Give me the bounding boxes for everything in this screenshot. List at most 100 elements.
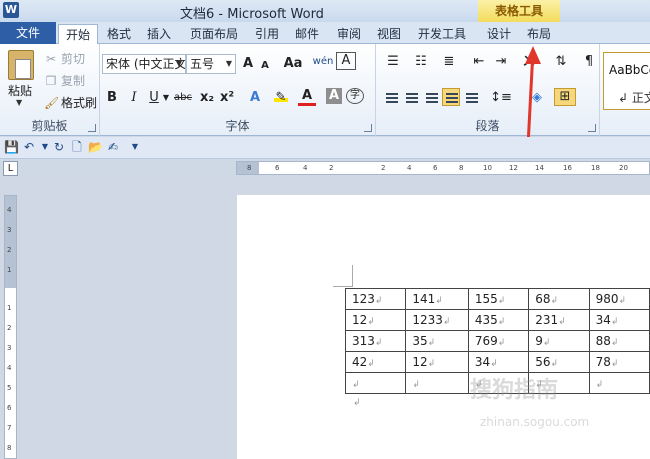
table-cell[interactable]: 231↲ <box>528 309 590 331</box>
table-cell[interactable]: ↲ <box>344 372 407 394</box>
tab-developer[interactable]: 开发工具 <box>414 24 470 44</box>
font-name-combo[interactable]: 宋体 (中文正文) ▼ <box>102 54 186 74</box>
highlight-button[interactable]: ✎ <box>272 88 290 108</box>
character-border-button[interactable]: A <box>336 52 356 70</box>
save-icon[interactable]: 💾 <box>4 140 19 154</box>
paste-dropdown-icon[interactable]: ▼ <box>16 98 22 107</box>
sort-icon[interactable]: ⇅ <box>552 52 570 72</box>
paragraph-launcher-icon[interactable] <box>588 124 596 132</box>
table-cell[interactable]: 35↲ <box>405 330 469 352</box>
table-cell[interactable]: 123↲ <box>344 288 407 310</box>
table-cell[interactable]: 9↲ <box>528 330 590 352</box>
chevron-down-icon[interactable]: ▼ <box>173 55 185 73</box>
distribute-button[interactable] <box>462 88 480 106</box>
tab-mailings[interactable]: 邮件 <box>290 24 324 44</box>
table-cell[interactable]: 56↲ <box>528 351 590 373</box>
underline-button[interactable]: U <box>146 88 162 108</box>
redo-icon[interactable]: ↻ <box>52 140 66 154</box>
character-shading-button[interactable]: A <box>326 88 342 104</box>
text-effects-button[interactable]: A <box>246 88 264 108</box>
align-left-button[interactable] <box>382 88 400 106</box>
shrink-font-button[interactable]: A <box>258 56 272 76</box>
customize-qat-icon[interactable]: ▼ <box>128 140 142 154</box>
word-app-icon[interactable]: W <box>3 2 19 18</box>
multilevel-list-icon[interactable]: ≣ <box>438 52 460 72</box>
paste-icon[interactable] <box>8 50 34 80</box>
paste-button[interactable]: 粘贴 <box>8 82 32 99</box>
table-cell[interactable]: ↲ <box>405 372 469 394</box>
tab-file[interactable]: 文件 <box>0 22 56 44</box>
tab-references[interactable]: 引用 <box>250 24 284 44</box>
line-spacing-icon[interactable]: ↕≡ <box>490 88 512 108</box>
table-cell[interactable]: 88↲ <box>588 330 650 352</box>
edit-icon[interactable]: ✍ <box>106 140 120 154</box>
style-normal[interactable]: AaBbCcDd ↲ 正文 <box>603 52 650 110</box>
table-cell[interactable]: 155↲ <box>467 288 530 310</box>
font-size-value: 五号 <box>190 57 215 71</box>
font-launcher-icon[interactable] <box>364 124 372 132</box>
vertical-ruler[interactable]: 4 3 2 1 1 2 3 4 5 6 7 8 <box>4 195 17 459</box>
horizontal-ruler[interactable]: 8 6 4 2 2 4 6 8 10 12 14 16 18 20 <box>236 161 650 175</box>
copy-button[interactable]: ❐ 复制 <box>44 72 85 90</box>
font-color-button[interactable]: A <box>298 88 316 106</box>
justify-button[interactable] <box>442 88 460 106</box>
cell-value: 68 <box>535 292 551 306</box>
italic-button[interactable]: I <box>126 88 142 108</box>
font-size-combo[interactable]: 五号 ▼ <box>186 54 236 74</box>
chevron-down-icon[interactable]: ▼ <box>223 55 235 73</box>
table-cell[interactable]: 980↲ <box>588 288 650 310</box>
table-cell[interactable]: 769↲ <box>467 330 530 352</box>
borders-icon[interactable]: ⊞ <box>554 88 576 106</box>
clipboard-launcher-icon[interactable] <box>88 124 96 132</box>
change-case-button[interactable]: Aa <box>282 54 304 74</box>
paragraph-mark: ↲ <box>427 359 436 369</box>
ruler-tick: 2 <box>7 246 12 254</box>
tab-home[interactable]: 开始 <box>58 24 98 45</box>
table-cell[interactable]: 1233↲ <box>405 309 469 331</box>
numbering-icon[interactable]: ☷ <box>410 52 432 72</box>
paragraph-mark: ↲ <box>595 380 604 390</box>
paragraph-mark: ↲ <box>374 338 383 348</box>
grow-font-button[interactable]: A <box>240 54 256 74</box>
undo-icon[interactable]: ↶ <box>22 140 36 154</box>
tab-page-layout[interactable]: 页面布局 <box>184 24 244 44</box>
underline-dropdown-icon[interactable]: ▼ <box>162 88 170 108</box>
tab-insert[interactable]: 插入 <box>142 24 176 44</box>
table-cell[interactable]: 435↲ <box>467 309 530 331</box>
enclose-characters-button[interactable]: 字 <box>346 88 364 104</box>
table-cell[interactable]: 68↲ <box>528 288 590 310</box>
table-cell[interactable]: ↲ <box>588 372 650 394</box>
table-cell[interactable]: 313↲ <box>344 330 407 352</box>
cut-button[interactable]: ✂ 剪切 <box>44 50 85 68</box>
tab-layout[interactable]: 布局 <box>522 24 556 44</box>
table-cell[interactable]: 42↲ <box>344 351 407 373</box>
tab-design[interactable]: 设计 <box>482 24 516 44</box>
open-folder-icon[interactable]: 📂 <box>88 140 103 154</box>
paragraph-mark: ↲ <box>610 317 619 327</box>
tab-selector[interactable]: L <box>3 161 18 176</box>
strikethrough-button[interactable]: abc <box>172 88 194 108</box>
tab-review[interactable]: 审阅 <box>332 24 366 44</box>
align-right-button[interactable] <box>422 88 440 106</box>
new-document-icon[interactable]: 🗋 <box>70 140 84 154</box>
tab-format[interactable]: 格式 <box>102 24 136 44</box>
decrease-indent-icon[interactable]: ⇤ <box>470 52 488 72</box>
superscript-button[interactable]: x² <box>218 88 236 108</box>
bullets-icon[interactable]: ☰ <box>382 52 404 72</box>
tab-view[interactable]: 视图 <box>372 24 406 44</box>
format-painter-button[interactable]: 🖌 格式刷 <box>44 94 97 112</box>
table-cell[interactable]: 78↲ <box>588 351 650 373</box>
show-marks-icon[interactable]: ¶ <box>580 52 598 72</box>
phonetic-guide-button[interactable]: wén <box>312 52 334 72</box>
increase-indent-icon[interactable]: ⇥ <box>492 52 510 72</box>
subscript-button[interactable]: x₂ <box>198 88 216 108</box>
align-center-button[interactable] <box>402 88 420 106</box>
table-cell[interactable]: 12↲ <box>344 309 407 331</box>
table-cell[interactable]: 34↲ <box>588 309 650 331</box>
table-cell[interactable]: 141↲ <box>405 288 469 310</box>
table-cell[interactable]: 34↲ <box>467 351 530 373</box>
bold-button[interactable]: B <box>104 88 120 108</box>
undo-dropdown-icon[interactable]: ▼ <box>38 140 52 154</box>
table-cell[interactable]: 12↲ <box>405 351 469 373</box>
cell-value: 78 <box>595 355 611 369</box>
